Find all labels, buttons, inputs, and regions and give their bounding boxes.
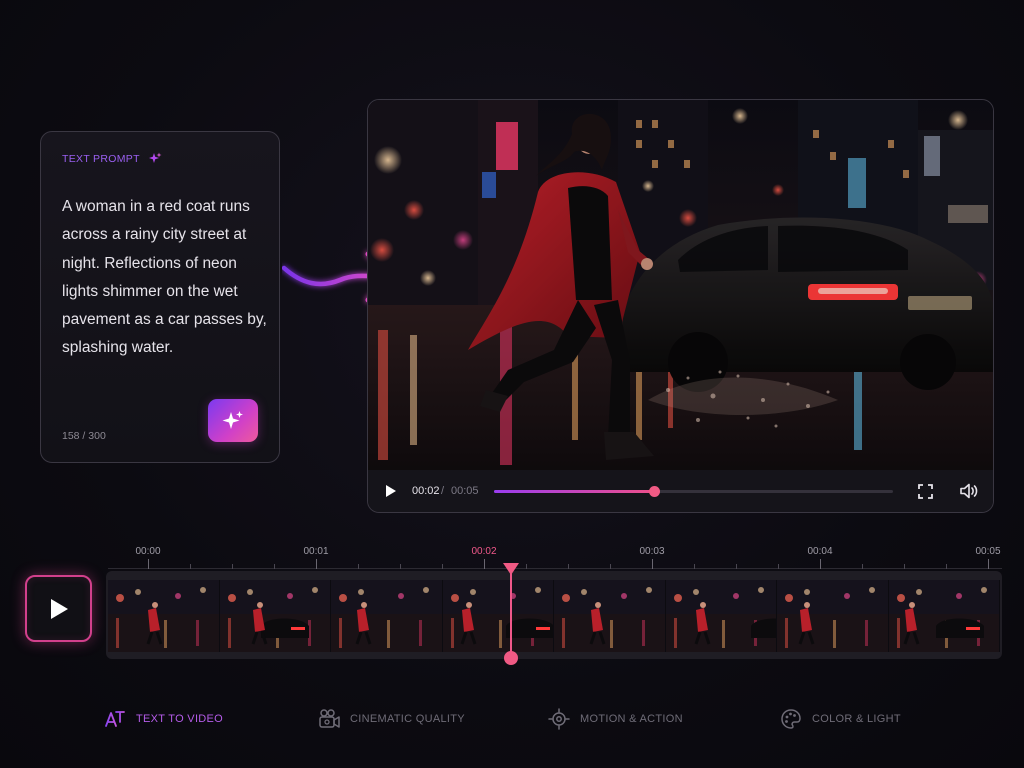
major-tick [484, 559, 485, 569]
timeline-play-button[interactable] [25, 575, 92, 642]
tab-color-light[interactable]: COLOR & LIGHT [780, 708, 901, 730]
tick-label: 00:02 [471, 546, 497, 557]
video-thumbnail[interactable] [665, 580, 777, 652]
minor-tick [232, 564, 233, 569]
tab-label: TEXT TO VIDEO [136, 713, 224, 725]
ruler-line [108, 568, 1002, 569]
video-thumbnail[interactable] [219, 580, 331, 652]
progress-bar[interactable] [494, 486, 893, 497]
tab-label: CINEMATIC QUALITY [350, 713, 465, 725]
playhead-handle[interactable] [503, 563, 519, 575]
text-to-video-icon [105, 711, 125, 730]
tick-label: 00:04 [807, 546, 833, 557]
sparkle-icon [148, 152, 162, 163]
minor-tick [862, 564, 863, 569]
filmstrip[interactable] [106, 571, 1002, 659]
feature-tabs: TEXT TO VIDEO CINEMATIC QUALITY MOTION &… [0, 708, 1024, 736]
total-time: 00:05 [451, 485, 479, 497]
minor-tick [904, 564, 905, 569]
tab-label: MOTION & ACTION [580, 713, 683, 725]
minor-tick [358, 564, 359, 569]
video-thumbnail[interactable] [331, 580, 443, 652]
progress-knob[interactable] [648, 486, 660, 497]
palette-icon [781, 709, 801, 729]
play-icon[interactable] [384, 484, 398, 498]
tick-label: 00:00 [135, 546, 161, 557]
major-tick [148, 559, 149, 569]
prompt-label: TEXT PROMPT [62, 153, 140, 165]
video-thumbnail[interactable] [777, 580, 889, 652]
playhead-line [510, 568, 512, 658]
minor-tick [400, 564, 401, 569]
play-icon [50, 598, 68, 619]
video-thumbnail[interactable] [108, 580, 220, 652]
minor-tick [610, 564, 611, 569]
thumbnail-strip [108, 580, 1000, 652]
tick-label: 00:03 [639, 546, 665, 557]
minor-tick [736, 564, 737, 569]
progress-fill [494, 490, 654, 493]
minor-tick [778, 564, 779, 569]
tick-label: 00:01 [303, 546, 329, 557]
current-time: 00:02 [412, 485, 440, 497]
volume-icon[interactable] [960, 483, 978, 499]
camera-icon [319, 709, 340, 728]
timeline-ruler[interactable]: 00:00 00:01 00:02 00:03 00:04 00:05 [108, 540, 1002, 570]
tab-cinematic-quality[interactable]: CINEMATIC QUALITY [318, 708, 465, 730]
minor-tick [274, 564, 275, 569]
minor-tick [568, 564, 569, 569]
time-separator: / [441, 485, 445, 497]
player-controls: 00:02 / 00:05 [368, 470, 993, 512]
generate-button[interactable] [208, 399, 258, 442]
video-thumbnail[interactable] [442, 580, 554, 652]
tick-label: 00:05 [975, 546, 1001, 557]
sparkle-icon [222, 410, 243, 429]
tab-motion-action[interactable]: MOTION & ACTION [548, 708, 683, 730]
minor-tick [526, 564, 527, 569]
minor-tick [694, 564, 695, 569]
prompt-header: TEXT PROMPT [62, 152, 162, 166]
video-thumbnail[interactable] [554, 580, 666, 652]
prompt-text[interactable]: A woman in a red coat runs across a rain… [62, 193, 267, 363]
video-player[interactable]: 00:02 / 00:05 [367, 99, 994, 513]
playhead-knob[interactable] [504, 651, 518, 665]
video-thumbnail[interactable] [888, 580, 1000, 652]
minor-tick [946, 564, 947, 569]
minor-tick [190, 564, 191, 569]
character-count: 158 / 300 [62, 430, 106, 442]
major-tick [988, 559, 989, 569]
motion-icon [548, 708, 570, 730]
prompt-card: TEXT PROMPT A woman in a red coat runs a… [40, 131, 280, 463]
major-tick [652, 559, 653, 569]
fullscreen-icon[interactable] [918, 484, 933, 499]
tab-text-to-video[interactable]: TEXT TO VIDEO [104, 708, 223, 730]
video-frame [368, 100, 993, 470]
major-tick [316, 559, 317, 569]
minor-tick [442, 564, 443, 569]
major-tick [820, 559, 821, 569]
tab-label: COLOR & LIGHT [812, 713, 901, 725]
